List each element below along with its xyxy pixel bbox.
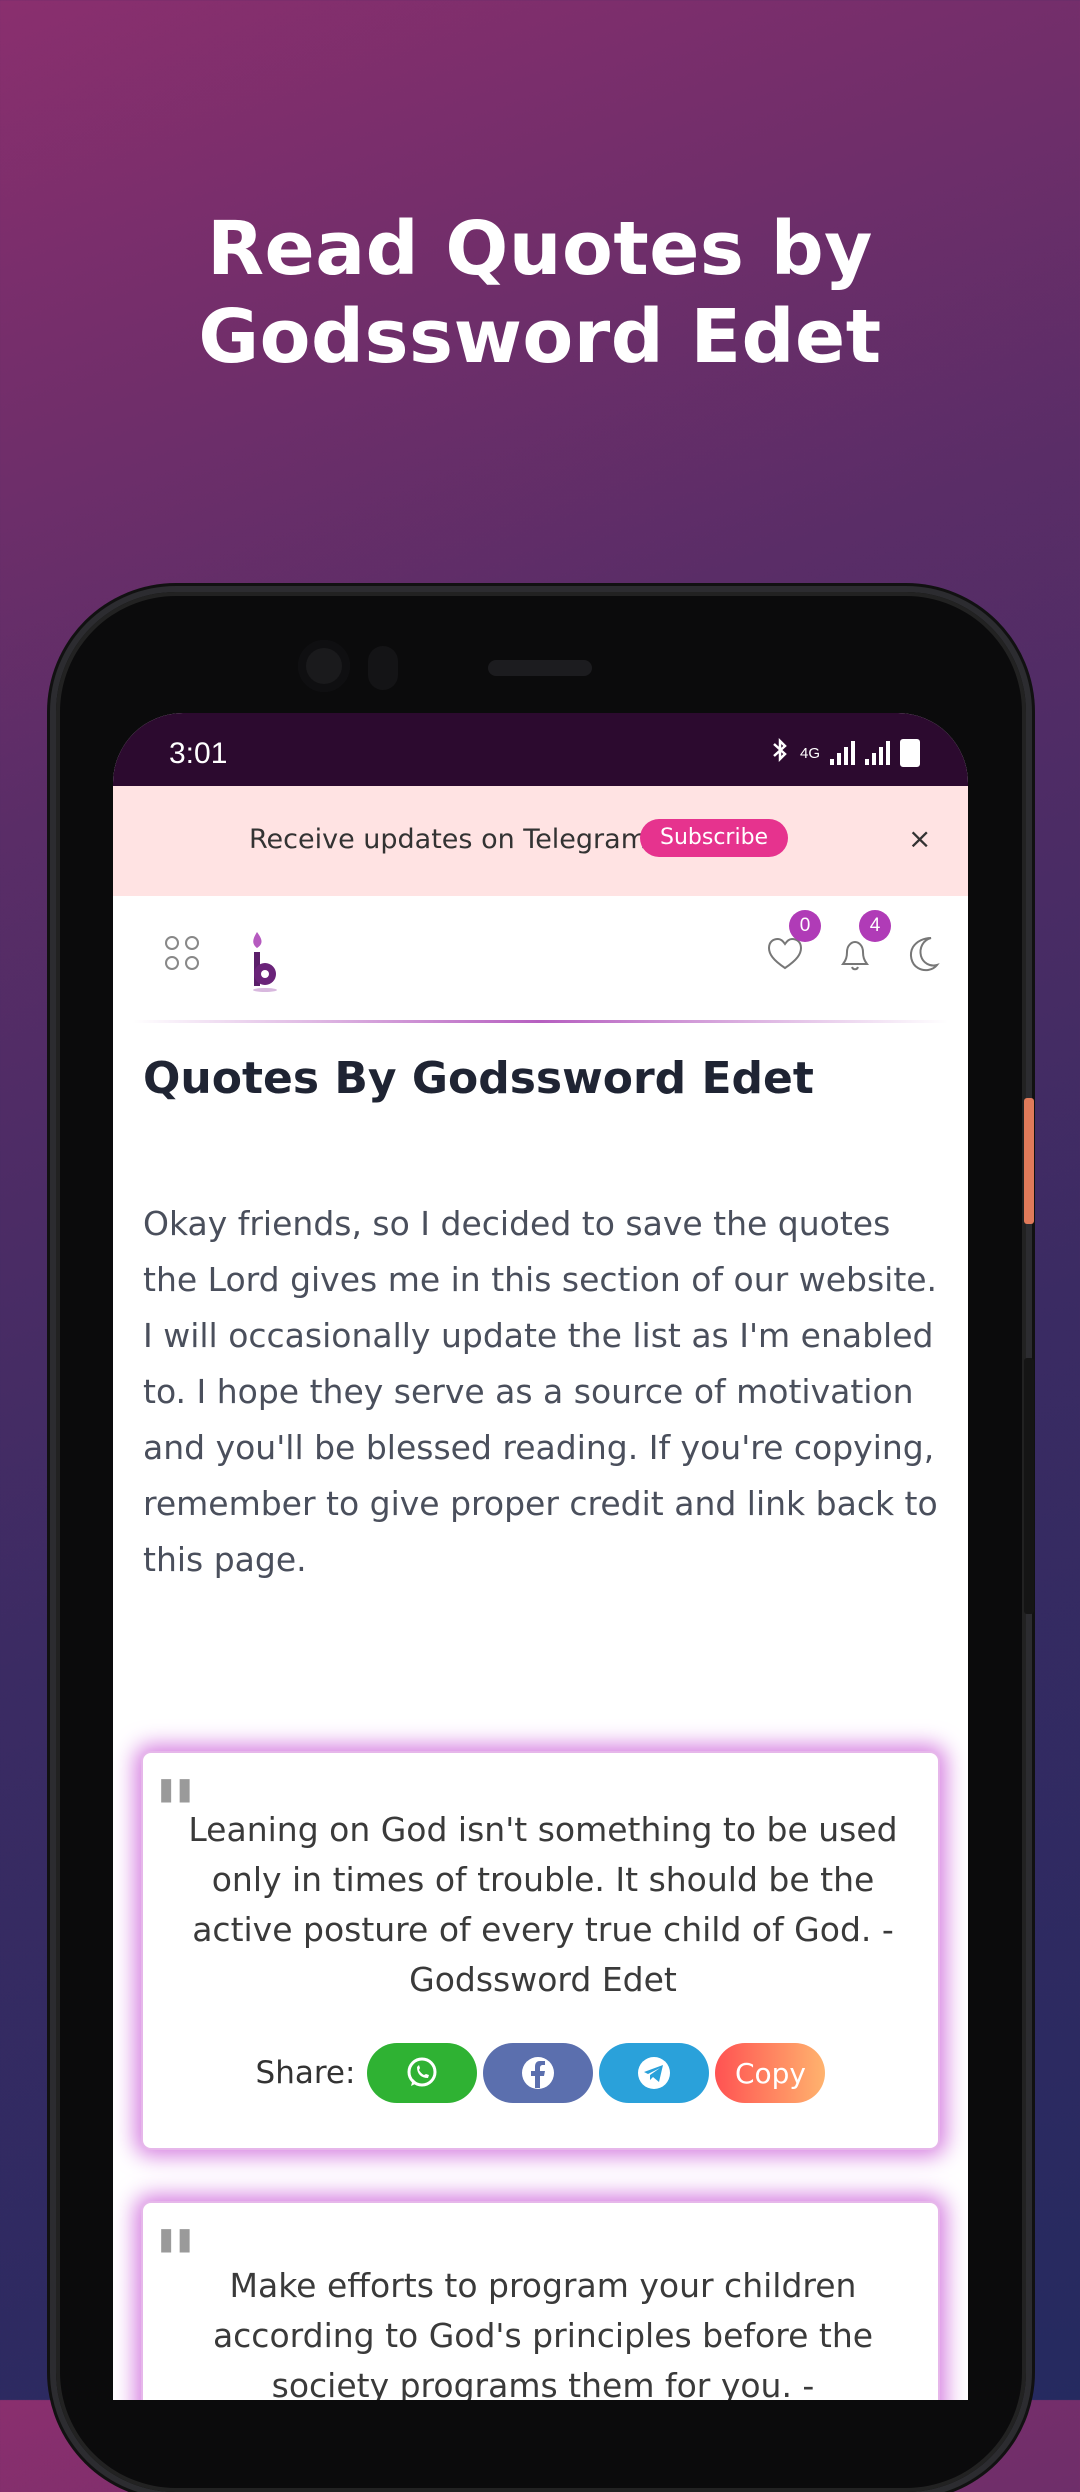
camera-icon: [298, 640, 350, 692]
notifications-badge: 4: [859, 910, 891, 942]
quote-text: Make efforts to program your children ac…: [212, 2266, 874, 2400]
status-bar: 3:01 4G: [113, 713, 968, 786]
close-icon[interactable]: ×: [908, 822, 931, 855]
bluetooth-icon: [770, 737, 790, 769]
apps-grid-icon[interactable]: [165, 936, 205, 976]
app-header: 0 4: [113, 896, 968, 1021]
copy-button[interactable]: Copy: [715, 2043, 826, 2103]
bell-icon[interactable]: 4: [833, 910, 891, 976]
phone-screen: 3:01 4G Receive updates on Telegram Subs…: [113, 713, 968, 2400]
heart-icon[interactable]: 0: [763, 910, 821, 976]
speaker-grille: [488, 660, 592, 676]
moon-icon[interactable]: [903, 932, 947, 976]
network-type-label: 4G: [799, 744, 820, 762]
intro-paragraph: Okay friends, so I decided to save the q…: [143, 1204, 938, 1579]
promo-title: Read Quotes by Godssword Edet: [198, 206, 882, 380]
facebook-share-button[interactable]: [483, 2043, 594, 2103]
telegram-banner: Receive updates on Telegram Subscribe ×: [113, 786, 968, 896]
logo-icon[interactable]: [249, 930, 281, 992]
share-label: Share:: [255, 2055, 356, 2091]
battery-icon: [900, 739, 920, 767]
share-row: Share: Copy: [143, 2043, 938, 2103]
favorites-badge: 0: [789, 910, 821, 942]
header-divider: [133, 1020, 948, 1023]
whatsapp-share-button[interactable]: [367, 2043, 478, 2103]
phone-side-button: [1024, 1098, 1034, 1224]
status-time: 3:01: [169, 737, 228, 770]
signal-icon-2: [865, 741, 890, 765]
page-title: Quotes By Godssword Edet: [143, 1053, 814, 1104]
banner-text: Receive updates on Telegram: [249, 824, 647, 855]
whatsapp-icon: [407, 2057, 437, 2087]
telegram-share-button[interactable]: [599, 2043, 710, 2103]
quote-card: " Leaning on God isn't something to be u…: [143, 1753, 938, 2148]
facebook-icon: [522, 2057, 555, 2089]
status-icons: 4G: [770, 737, 920, 769]
sensor-icon: [368, 646, 398, 690]
signal-icon: [830, 741, 855, 765]
subscribe-button[interactable]: Subscribe: [640, 819, 789, 857]
quote-card: " Make efforts to program your children …: [143, 2203, 938, 2400]
phone-side-button-2: [1024, 1358, 1034, 1614]
quote-text: Leaning on God isn't something to be use…: [188, 1810, 898, 1999]
telegram-icon: [638, 2057, 671, 2089]
